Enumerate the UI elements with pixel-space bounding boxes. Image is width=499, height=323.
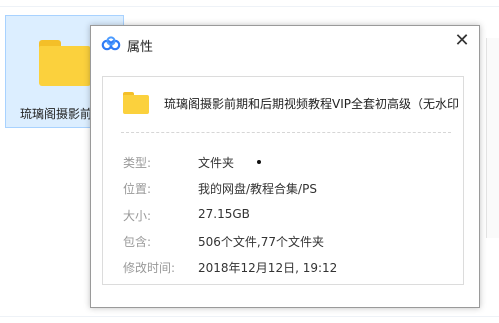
contains-label: 包含: bbox=[123, 235, 152, 249]
type-label: 类型: bbox=[123, 156, 152, 170]
properties-panel: 琉璃阁摄影前期和后期视频教程VIP全套初高级（无水印... 类型: 文件夹 位置… bbox=[102, 76, 464, 285]
contains-value: 506个文件,77个文件夹 bbox=[198, 235, 324, 249]
baidu-netdisk-logo-icon bbox=[101, 36, 121, 51]
folder-name: 琉璃阁摄影前期和后期视频教程VIP全套初高级（无水印... bbox=[164, 97, 458, 111]
location-label: 位置: bbox=[123, 182, 152, 196]
type-value: 文件夹 bbox=[198, 156, 235, 170]
cursor-dot bbox=[257, 160, 261, 164]
properties-dialog: 属性 ✕ 琉璃阁摄影前期和后期视频教程VIP全套初高级（无水印... 类型: 文… bbox=[90, 25, 480, 308]
background-panel-edge bbox=[486, 38, 499, 238]
close-icon[interactable]: ✕ bbox=[449, 28, 475, 54]
location-value: 我的网盘/教程合集/PS bbox=[198, 182, 317, 196]
folder-icon bbox=[123, 92, 149, 114]
bottom-divider bbox=[0, 316, 499, 317]
dialog-titlebar[interactable]: 属性 ✕ bbox=[91, 26, 479, 62]
size-value: 27.15GB bbox=[198, 207, 250, 221]
modified-value: 2018年12月12日, 19:12 bbox=[198, 261, 338, 275]
dialog-title: 属性 bbox=[127, 40, 154, 55]
folder-tile-name: 琉璃阁摄影前期和后期视频教程VIP全套初高级（无水印） bbox=[20, 107, 94, 121]
divider bbox=[121, 132, 451, 133]
size-label: 大小: bbox=[123, 209, 152, 223]
folder-icon bbox=[39, 40, 91, 86]
top-divider bbox=[0, 6, 499, 7]
modified-label: 修改时间: bbox=[123, 261, 176, 275]
